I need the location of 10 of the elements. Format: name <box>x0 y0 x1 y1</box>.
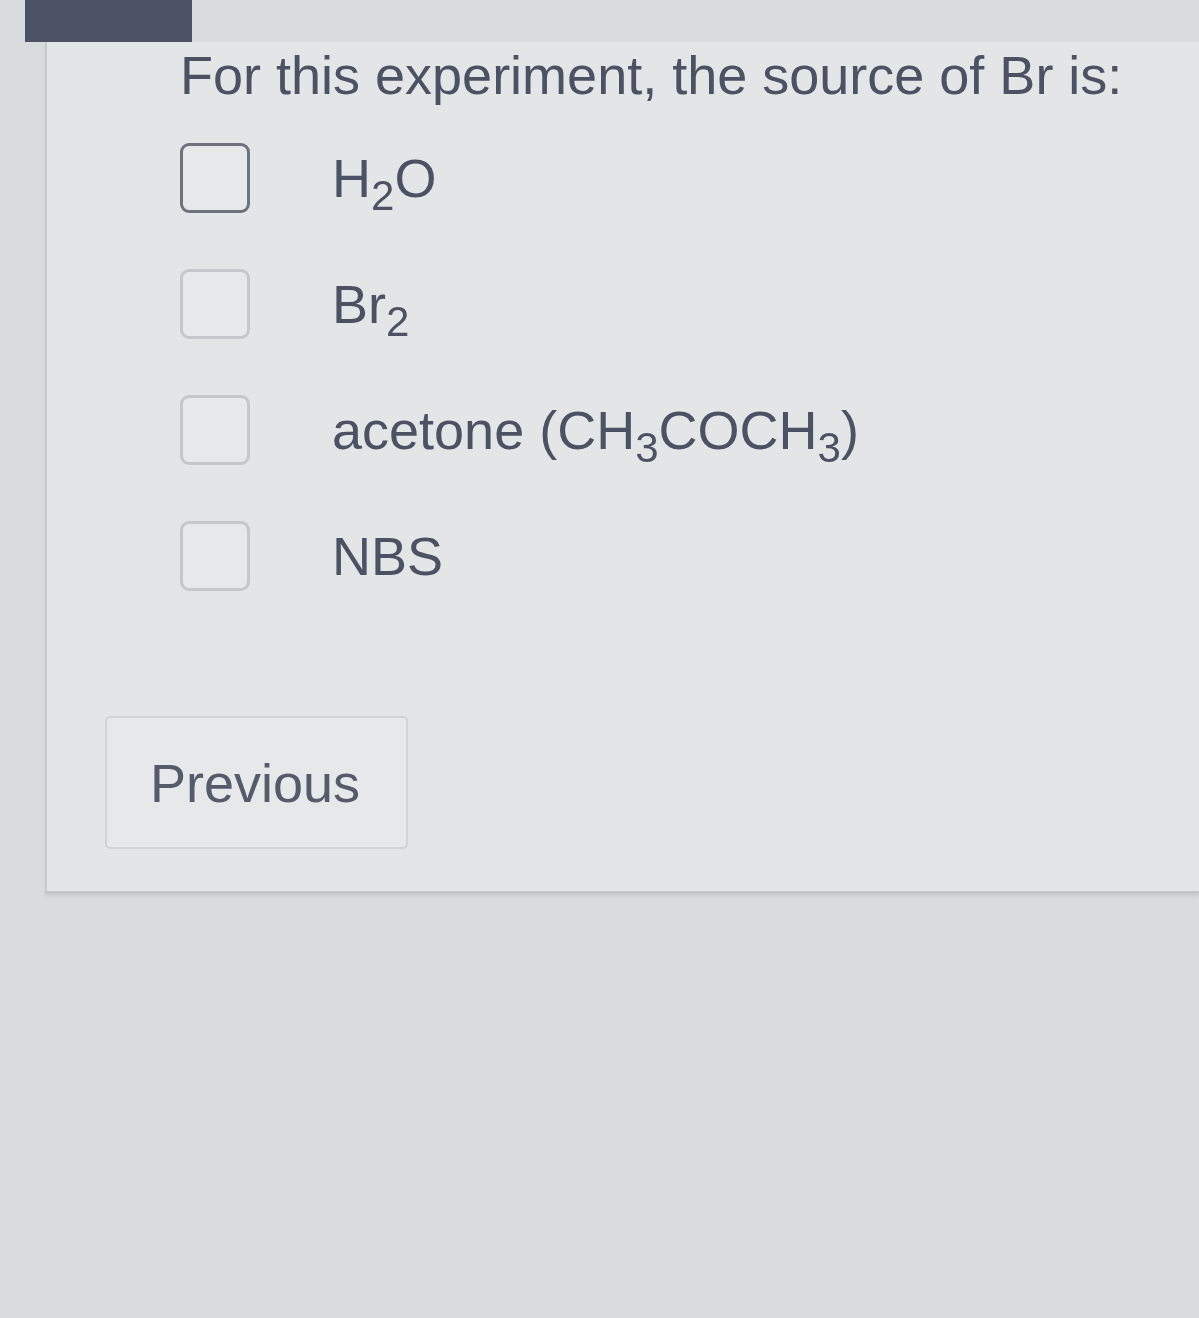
checkbox[interactable] <box>180 143 250 213</box>
option-label: H$_{2}$O <box>332 147 437 210</box>
option-label: NBS <box>332 525 444 588</box>
checkbox[interactable] <box>180 269 250 339</box>
checkbox[interactable] <box>180 521 250 591</box>
question-text: For this experiment, the source of Br is: <box>180 44 1124 106</box>
option-label: acetone (CH$_{3}$COCH$_{3}$) <box>332 399 859 462</box>
option-label: Br$_{2}$ <box>332 273 410 336</box>
previous-button[interactable]: Previous <box>105 716 408 849</box>
checkbox[interactable] <box>180 395 250 465</box>
